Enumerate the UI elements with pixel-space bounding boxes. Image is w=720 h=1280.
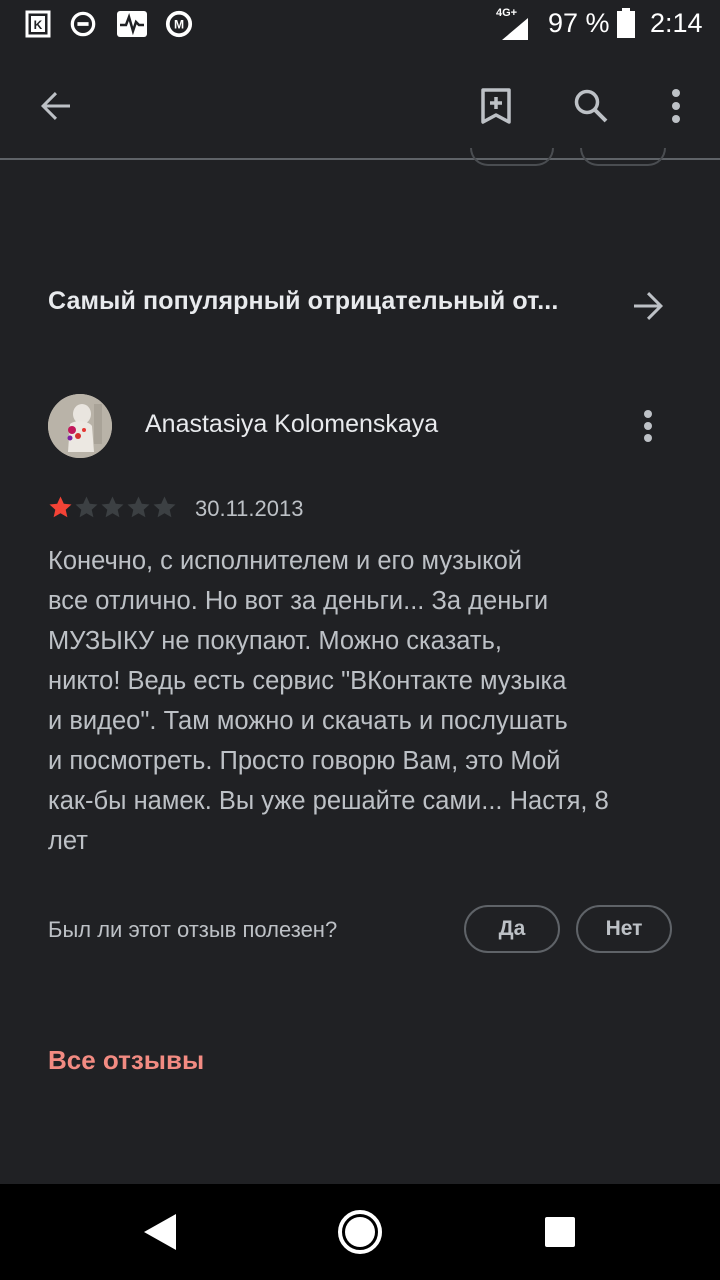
section-title[interactable]: Самый популярный отрицательный от... — [48, 287, 608, 316]
review-text-line: как-бы намек. Вы уже решайте сами... Нас… — [48, 787, 609, 815]
signal-icon — [502, 18, 528, 40]
search-button[interactable] — [563, 78, 619, 134]
all-reviews-link[interactable]: Все отзывы — [48, 1045, 204, 1076]
helpful-yes-button[interactable]: Да — [464, 905, 560, 953]
star-empty-icon — [127, 496, 150, 518]
more-vert-icon — [672, 89, 680, 123]
nav-recents-button[interactable] — [528, 1200, 592, 1264]
avatar — [48, 394, 112, 458]
back-button[interactable] — [28, 78, 84, 134]
arrow-forward-icon — [634, 292, 663, 320]
m-app-icon: M — [165, 10, 193, 38]
status-bar: K M 4G+ 97 % 2:14 — [0, 0, 720, 50]
bookmark-button[interactable] — [468, 78, 524, 134]
review-more-button[interactable] — [622, 400, 674, 452]
star-empty-icon — [101, 496, 124, 518]
review-text: Конечно, с исполнителем и его музыкой все… — [48, 541, 678, 861]
star-rating — [48, 495, 177, 519]
back-arrow-icon — [41, 92, 70, 120]
battery-percent: 97 % — [548, 8, 610, 38]
nav-home-button[interactable] — [328, 1200, 392, 1264]
battery-icon — [617, 8, 635, 38]
review-text-line: никто! Ведь есть сервис "ВКонтакте музык… — [48, 667, 567, 695]
review-text-line: лет — [48, 827, 88, 855]
review-author: Anastasiya Kolomenskaya — [145, 410, 439, 438]
star-empty-icon — [153, 496, 176, 518]
scrolled-chip-edge — [470, 148, 554, 166]
review-date: 30.11.2013 — [195, 496, 304, 521]
review-text-line: все отлично. Но вот за деньги... За день… — [48, 587, 549, 615]
navigation-bar — [0, 1184, 720, 1280]
scrolled-chip-edge — [580, 148, 666, 166]
review-text-line: и видео". Там можно и скачать и послушат… — [48, 707, 568, 735]
more-options-button[interactable] — [648, 78, 704, 134]
bookmark-add-icon — [481, 88, 511, 124]
k-app-icon: K — [25, 10, 51, 38]
svg-text:M: M — [174, 18, 184, 32]
section-open-button[interactable] — [620, 278, 676, 334]
review-text-line: МУЗЫКУ не покупают. Можно сказать, — [48, 627, 502, 655]
star-filled-icon — [49, 496, 72, 518]
nav-home-icon — [338, 1210, 382, 1254]
helpful-no-button[interactable]: Нет — [576, 905, 672, 953]
star-empty-icon — [75, 496, 98, 518]
search-icon — [574, 89, 608, 123]
pulse-app-icon — [117, 11, 147, 37]
helpful-question: Был ли этот отзыв полезен? — [48, 917, 338, 942]
nav-back-button[interactable] — [128, 1200, 192, 1264]
avatar-image — [48, 394, 112, 458]
more-vert-icon — [644, 410, 652, 442]
review-text-line: Конечно, с исполнителем и его музыкой — [48, 547, 523, 575]
do-not-disturb-icon — [70, 11, 96, 37]
nav-recents-icon — [545, 1217, 575, 1247]
review-text-line: и посмотреть. Просто говорю Вам, это Мой — [48, 747, 561, 775]
screen: K M 4G+ 97 % 2:14 Самый популярный отриц… — [0, 0, 720, 1280]
app-bar — [0, 50, 720, 160]
svg-text:K: K — [34, 18, 43, 32]
clock: 2:14 — [650, 8, 703, 38]
nav-back-icon — [144, 1214, 176, 1250]
